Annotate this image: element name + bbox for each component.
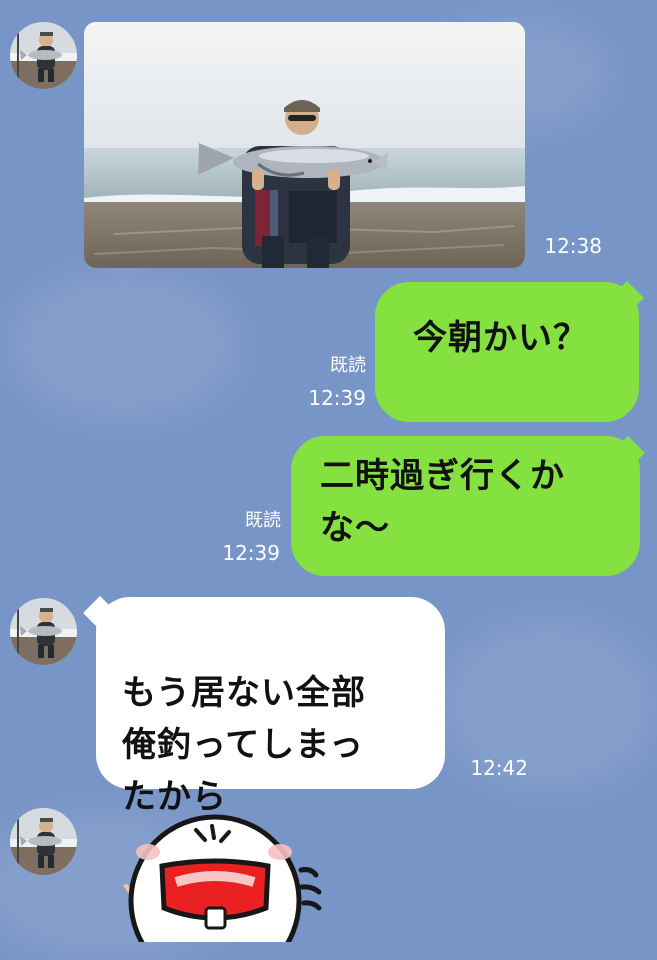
contact-avatar[interactable]: [10, 598, 77, 665]
laughing-mascot-sticker[interactable]: [126, 812, 322, 942]
read-receipt: 既読: [330, 355, 366, 376]
message-text: 今朝かい？: [413, 318, 588, 358]
fishing-photo-icon: [84, 22, 525, 268]
message-time: 12:42: [470, 756, 528, 780]
message-text: 二時過ぎ行くか な〜: [320, 456, 565, 548]
shared-photo[interactable]: [84, 22, 525, 268]
message-time: 12:38: [544, 234, 602, 258]
incoming-message-bubble[interactable]: もう居ない全部 俺釣ってしまっ たから: [96, 597, 445, 911]
background-cloud: [10, 270, 240, 420]
contact-avatar[interactable]: [10, 22, 77, 89]
outgoing-message-bubble[interactable]: 今朝かい？: [375, 282, 639, 422]
outgoing-message-bubble[interactable]: 二時過ぎ行くか な〜: [291, 436, 640, 576]
message-time: 12:39: [308, 386, 366, 410]
read-receipt: 既読: [245, 510, 281, 531]
avatar-photo-icon: [10, 808, 77, 875]
message-time: 12:39: [222, 541, 280, 565]
avatar-photo-icon: [10, 22, 77, 89]
avatar-photo-icon: [10, 598, 77, 665]
contact-avatar[interactable]: [10, 808, 77, 875]
laughing-mascot-sticker-icon: [128, 814, 322, 942]
